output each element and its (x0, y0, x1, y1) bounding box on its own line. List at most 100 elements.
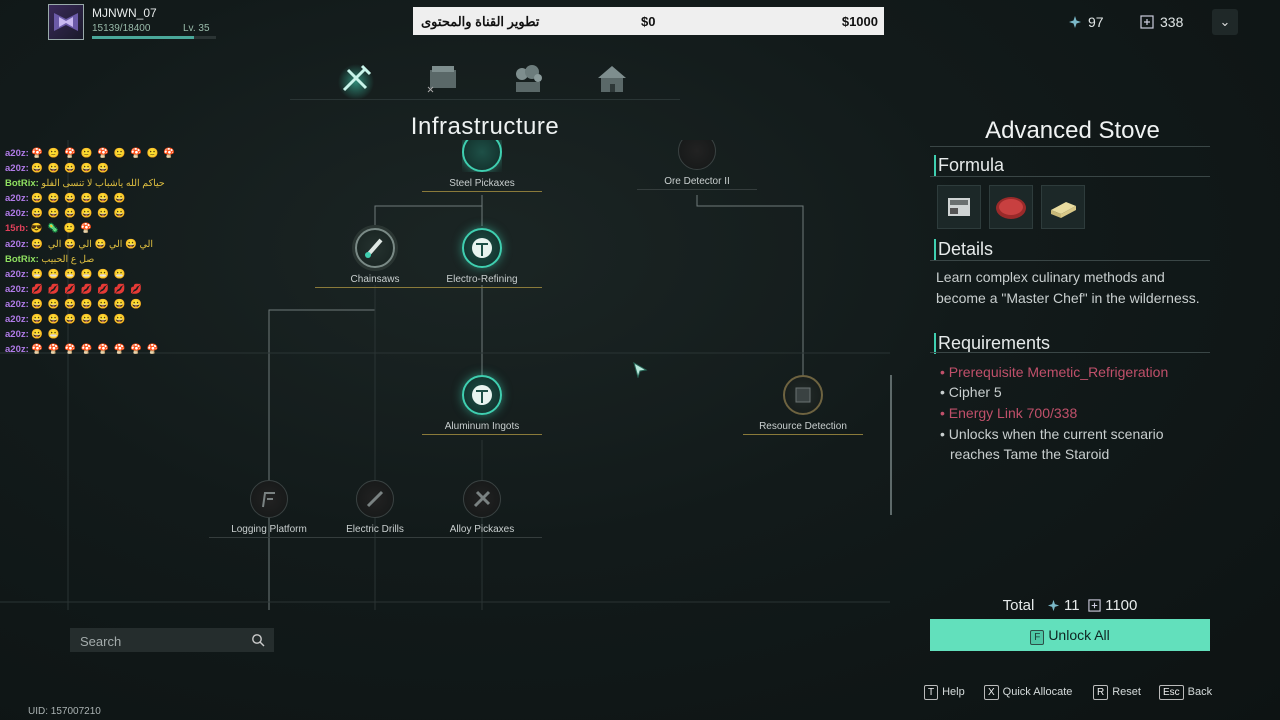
chat-message: BotRix: صل ع الحبيب (5, 252, 265, 267)
chat-message: a20z: 😀 😀 😀 😀 😀 😀 😀 (5, 297, 265, 312)
donation-goal-bar: تطوير القناة والمحتوى $0 $1000 (413, 7, 884, 35)
chat-text: 🍄 🙂 🍄 🙂 🍄 🙂 🍄 🙂 🍄 (31, 148, 176, 159)
tab-divider (290, 99, 680, 100)
requirement-item: • Prerequisite Memetic_Refrigeration (940, 362, 1210, 382)
chat-message: a20z: 😬 😬 😬 😬 😬 😬 (5, 267, 265, 282)
hint-help[interactable]: T Help (924, 685, 965, 700)
alloy-pickaxe-icon (463, 480, 501, 518)
hint-reset[interactable]: R Reset (1093, 685, 1141, 700)
energy-link-value: 338 (1160, 14, 1184, 30)
requirement-text: Prerequisite Memetic_Refrigeration (948, 364, 1169, 380)
player-name: MJNWN_07 (92, 6, 157, 20)
formula-item-stove[interactable] (937, 185, 981, 229)
requirement-text: Energy Link 700/338 (948, 405, 1078, 421)
chevron-down-icon[interactable]: ⌄ (1212, 9, 1238, 35)
requirements-heading: Requirements (934, 333, 1050, 354)
chat-message: a20z: 😀 😀 😀 😀 😀 😀 (5, 206, 265, 221)
cipher-icon (1069, 16, 1081, 28)
chat-username: a20z: (5, 208, 29, 220)
chat-username: a20z: (5, 163, 29, 175)
divider (930, 146, 1210, 147)
chat-text: 😀 😀 😀 😀 😀 😀 (31, 193, 127, 205)
chat-message: BotRix: حياكم الله ياشباب لا تنسى الفلو (5, 176, 265, 191)
skill-label: Electro-Refining (422, 274, 542, 288)
ingot-icon (462, 375, 502, 415)
skill-label: Steel Pickaxes (422, 178, 542, 192)
chat-username: a20z: (5, 148, 29, 159)
chat-text: 😀 😀 😀 😀 😀 (31, 163, 111, 175)
chat-text: حياكم الله ياشباب لا تنسى الفلو (41, 178, 165, 190)
cursor-icon (633, 362, 648, 378)
total-cipher: 11 (1064, 597, 1080, 614)
total-energy: 1100 (1105, 597, 1138, 614)
chat-message: a20z: 😀 😀 😀 😀 😀 (5, 161, 265, 176)
detail-title: Advanced Stove (985, 117, 1160, 144)
tab-workbench[interactable] (424, 60, 464, 100)
requirement-text: Unlocks when the current scenario reache… (948, 426, 1164, 462)
workbench-icon (427, 66, 456, 93)
pickaxe-icon (338, 64, 374, 100)
resource-detection-icon (783, 375, 823, 415)
hint-label: Back (1187, 686, 1213, 698)
unlock-label: Unlock All (1048, 627, 1110, 643)
hint-quick-allocate[interactable]: X Quick Allocate (984, 685, 1072, 700)
chat-message: a20z: 🍄 🙂 🍄 🙂 🍄 🙂 🍄 🙂 🍄 (5, 146, 265, 161)
bullet-icon: • (940, 426, 949, 442)
skill-node-aluminum-ingots[interactable]: Aluminum Ingots (422, 375, 542, 435)
tab-housing[interactable] (592, 60, 632, 100)
hint-label: Quick Allocate (1002, 686, 1073, 698)
bullet-icon: • (940, 384, 949, 400)
skill-node-chainsaws[interactable]: Chainsaws (315, 228, 435, 288)
chat-text: 😬 😬 😬 😬 😬 😬 (31, 268, 127, 280)
search-icon[interactable] (251, 633, 265, 647)
plant-icon (516, 65, 542, 92)
tab-farming[interactable] (508, 60, 548, 100)
tab-tools[interactable] (336, 60, 376, 100)
xp-progress-fill (92, 36, 195, 39)
divider (930, 260, 1210, 261)
player-level: Lv. 35 (183, 23, 210, 34)
chat-username: a20z: (5, 298, 29, 310)
details-text: Learn complex culinary methods and becom… (936, 269, 1200, 306)
chat-text: 😀 😬 (31, 329, 61, 341)
pickaxe-icon (462, 140, 502, 172)
donation-target: $1000 (841, 14, 878, 29)
chat-username: 15rb: (5, 223, 29, 235)
total-cost: Total 11 1100 (930, 597, 1210, 614)
house-icon (598, 66, 626, 92)
hint-label: Help (942, 686, 965, 698)
requirement-item: • Unlocks when the current scenario reac… (940, 424, 1210, 464)
donation-goal-text: تطوير القناة والمحتوى (421, 14, 540, 29)
hint-back[interactable]: Esc Back (1159, 685, 1212, 700)
skill-label: Aluminum Ingots (422, 421, 542, 435)
formula-item-meat[interactable] (989, 185, 1033, 229)
tree-scrollbar[interactable] (890, 375, 892, 515)
platform-icon (250, 480, 288, 518)
energy-link-currency: 338 (1140, 14, 1183, 30)
cipher-icon (1047, 599, 1059, 612)
skill-node-steel-pickaxes[interactable]: Steel Pickaxes (422, 132, 542, 192)
skill-node-resource-detection[interactable]: Resource Detection (743, 375, 863, 435)
hint-key: X (984, 685, 999, 700)
chat-username: a20z: (5, 314, 29, 326)
skill-node-alloy-pickaxes[interactable]: Alloy Pickaxes (422, 480, 542, 538)
chat-message: a20z: 🍄 🍄 🍄 🍄 🍄 🍄 🍄 🍄 (5, 342, 265, 357)
total-label: Total (1002, 597, 1035, 614)
requirement-item: • Energy Link 700/338 (940, 403, 1210, 423)
skill-node-electro-refining[interactable]: Electro-Refining (422, 228, 542, 288)
skill-label: Chainsaws (315, 274, 435, 288)
formula-item-butter[interactable] (1041, 185, 1085, 229)
refining-icon (462, 228, 502, 268)
chat-message: a20z: 😀 😀 😀 😀 😀 😀 (5, 191, 265, 206)
skill-node-logging-platform[interactable]: Logging Platform (209, 480, 329, 538)
skill-label: Logging Platform (209, 524, 329, 538)
search-box[interactable] (70, 628, 274, 652)
chat-message: a20z: 😀 😀 😀 😀 😀 😀 (5, 312, 265, 327)
chat-message: 15rb: 😎 🦠 🙂 🍄 (5, 221, 265, 236)
player-avatar[interactable] (48, 4, 84, 40)
skill-node-ore-detector[interactable]: Ore Detector II (637, 132, 757, 190)
hint-key: R (1093, 685, 1109, 700)
skill-node-electric-drills[interactable]: Electric Drills (315, 480, 435, 538)
search-input[interactable] (78, 632, 247, 650)
unlock-all-button[interactable]: F Unlock All (930, 619, 1210, 651)
